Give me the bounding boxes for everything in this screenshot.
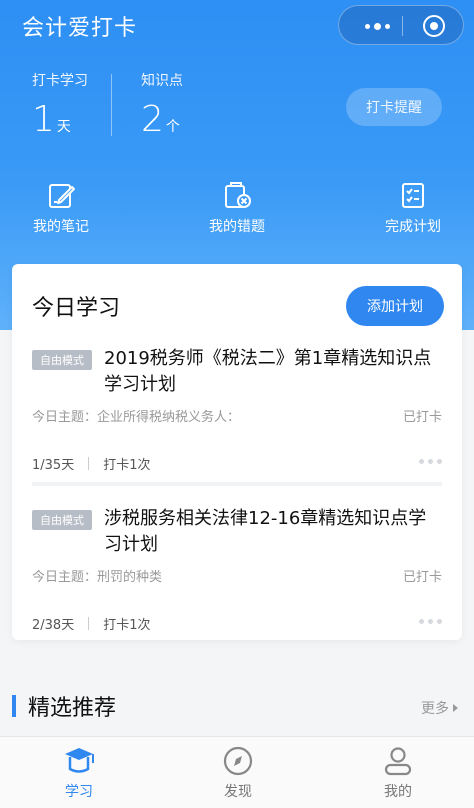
checkin-status: 已打卡 xyxy=(402,570,442,585)
more-options-icon[interactable] xyxy=(419,619,442,624)
tab-study[interactable]: 学习 xyxy=(34,745,124,801)
plan-item[interactable]: 自由模式 涉税服务相关法律12-16章精选知识点学习计划 今日主题：刑罚的种类 … xyxy=(32,506,442,636)
compass-icon xyxy=(223,746,253,776)
featured-title: 精选推荐 xyxy=(28,696,117,721)
checkin-days-unit: 天 xyxy=(56,119,71,135)
tab-discover[interactable]: 发现 xyxy=(193,745,283,801)
stat-divider xyxy=(111,74,112,136)
more-label: 更多 xyxy=(421,701,449,717)
completed-plans-button[interactable]: 完成计划 xyxy=(368,180,458,236)
plan-title[interactable]: 2019税务师《税法二》第1章精选知识点学习计划 xyxy=(104,346,442,398)
chevron-right-icon xyxy=(453,704,458,712)
plan-checkins: 打卡1次 xyxy=(103,618,151,633)
knowledge-points-value: 2 xyxy=(141,99,164,140)
more-menu-icon[interactable] xyxy=(353,6,401,46)
plan-checkins: 打卡1次 xyxy=(103,458,151,473)
tab-mine[interactable]: 我的 xyxy=(353,745,443,801)
section-accent-bar xyxy=(12,695,16,717)
notes-icon xyxy=(49,184,75,208)
plan-topic: 今日主题：刑罚的种类 xyxy=(32,570,163,585)
checkin-days-stat: 打卡学习 1天 xyxy=(32,70,88,147)
today-study-title: 今日学习 xyxy=(32,296,121,321)
mode-tag: 自由模式 xyxy=(32,350,92,370)
plan-title[interactable]: 涉税服务相关法律12-16章精选知识点学习计划 xyxy=(104,506,442,558)
checkin-days-value: 1 xyxy=(32,99,55,140)
tab-label: 学习 xyxy=(65,784,93,800)
mode-tag: 自由模式 xyxy=(32,510,92,530)
plan-progress: 1/35天 xyxy=(32,458,75,473)
checkin-days-label: 打卡学习 xyxy=(32,73,88,89)
today-study-card: 今日学习 添加计划 自由模式 2019税务师《税法二》第1章精选知识点学习计划 … xyxy=(12,264,462,640)
bottom-tab-bar: 学习 发现 我的 xyxy=(0,736,474,808)
more-link[interactable]: 更多 xyxy=(421,698,458,718)
tab-label: 发现 xyxy=(224,784,252,800)
meta-divider xyxy=(88,457,90,470)
wrong-questions-icon xyxy=(225,182,251,208)
plan-meta: 1/35天 打卡1次 xyxy=(32,454,150,473)
plan-meta: 2/38天 打卡1次 xyxy=(32,614,150,633)
more-options-icon[interactable] xyxy=(419,459,442,464)
plan-item[interactable]: 自由模式 2019税务师《税法二》第1章精选知识点学习计划 今日主题：企业所得税… xyxy=(32,346,442,476)
plan-separator xyxy=(32,482,442,486)
my-wrong-questions-label: 我的错题 xyxy=(209,219,265,235)
close-program-icon[interactable] xyxy=(423,15,445,37)
app-title: 会计爱打卡 xyxy=(22,16,138,41)
meta-divider xyxy=(88,617,90,630)
mini-program-capsule xyxy=(338,5,464,45)
completed-plans-label: 完成计划 xyxy=(385,219,441,235)
plan-topic: 今日主题：企业所得税纳税义务人： xyxy=(32,410,241,425)
checklist-icon xyxy=(402,183,424,208)
my-notes-label: 我的笔记 xyxy=(33,219,89,235)
knowledge-points-stat: 知识点 2个 xyxy=(141,70,183,147)
featured-section-header: 精选推荐 更多 xyxy=(0,690,474,724)
add-plan-button[interactable]: 添加计划 xyxy=(346,286,444,326)
user-icon xyxy=(384,747,412,776)
plan-progress: 2/38天 xyxy=(32,618,75,633)
tab-label: 我的 xyxy=(384,784,412,800)
checkin-status: 已打卡 xyxy=(402,410,442,425)
capsule-divider xyxy=(402,16,403,36)
my-wrong-questions-button[interactable]: 我的错题 xyxy=(192,180,282,236)
knowledge-points-label: 知识点 xyxy=(141,73,183,89)
checkin-reminder-button[interactable]: 打卡提醒 xyxy=(346,88,442,126)
graduation-cap-icon xyxy=(65,748,94,773)
knowledge-points-unit: 个 xyxy=(165,119,180,135)
my-notes-button[interactable]: 我的笔记 xyxy=(16,180,106,236)
